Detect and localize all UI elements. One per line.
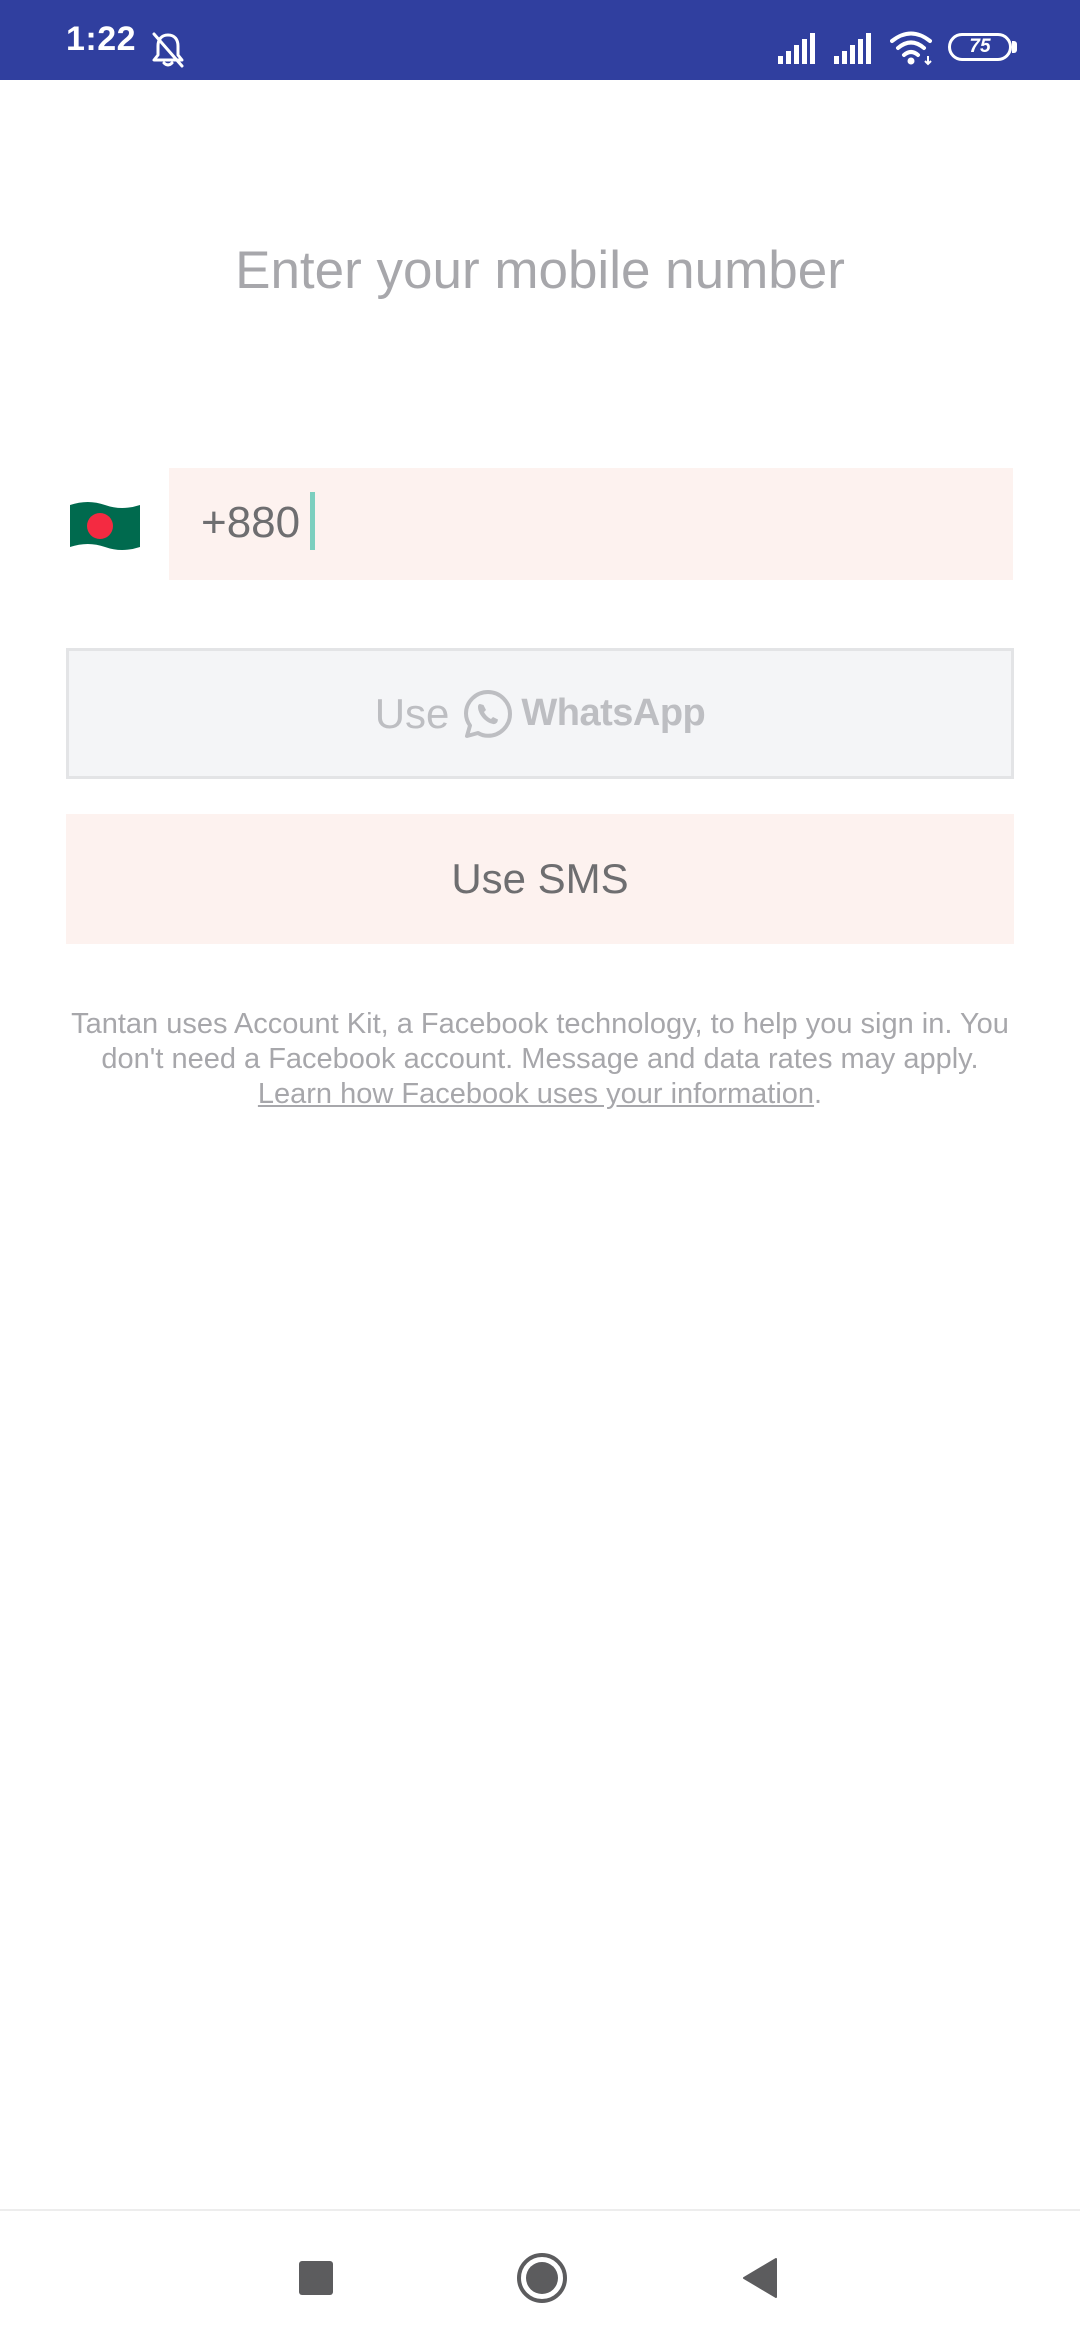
recents-icon[interactable] <box>299 2261 333 2295</box>
signal-icon <box>778 33 815 64</box>
battery-icon: 75 <box>948 33 1012 61</box>
whatsapp-brand-label: WhatsApp <box>521 692 706 734</box>
use-sms-button[interactable]: Use SMS <box>66 814 1014 944</box>
use-whatsapp-button[interactable]: Use WhatsApp <box>66 648 1014 779</box>
phone-prefix: +880 <box>201 498 301 547</box>
navigation-bar <box>0 2211 1080 2340</box>
home-icon[interactable] <box>516 2252 568 2304</box>
battery-tip <box>1012 41 1017 53</box>
status-time: 1:22 <box>66 20 137 58</box>
phone-number-input[interactable]: +880 <box>169 468 1013 580</box>
battery-level: 75 <box>969 36 991 57</box>
bangladesh-flag-icon[interactable] <box>68 497 142 553</box>
page-title: Enter your mobile number <box>235 241 845 300</box>
disclaimer-text: Tantan uses Account Kit, a Facebook tech… <box>70 1007 1010 1112</box>
whatsapp-use-label: Use <box>374 689 450 737</box>
status-bar: 1:22 75 <box>0 0 1080 80</box>
facebook-info-link[interactable]: Learn how Facebook uses your information <box>258 1078 814 1110</box>
disclaimer-suffix: . <box>814 1078 823 1110</box>
signal-icon <box>834 33 871 64</box>
text-cursor <box>310 492 315 550</box>
whatsapp-logo-icon <box>464 689 513 738</box>
bell-off-icon <box>152 32 184 68</box>
whatsapp-button-content: Use WhatsApp <box>69 651 1011 776</box>
disclaimer-body: Tantan uses Account Kit, a Facebook tech… <box>71 1008 1009 1075</box>
screen: 1:22 75 Enter your mobile number +880 Us… <box>0 0 1080 2340</box>
back-icon[interactable] <box>742 2257 778 2299</box>
wifi-icon <box>890 31 932 66</box>
sms-button-label: Use SMS <box>451 855 629 902</box>
